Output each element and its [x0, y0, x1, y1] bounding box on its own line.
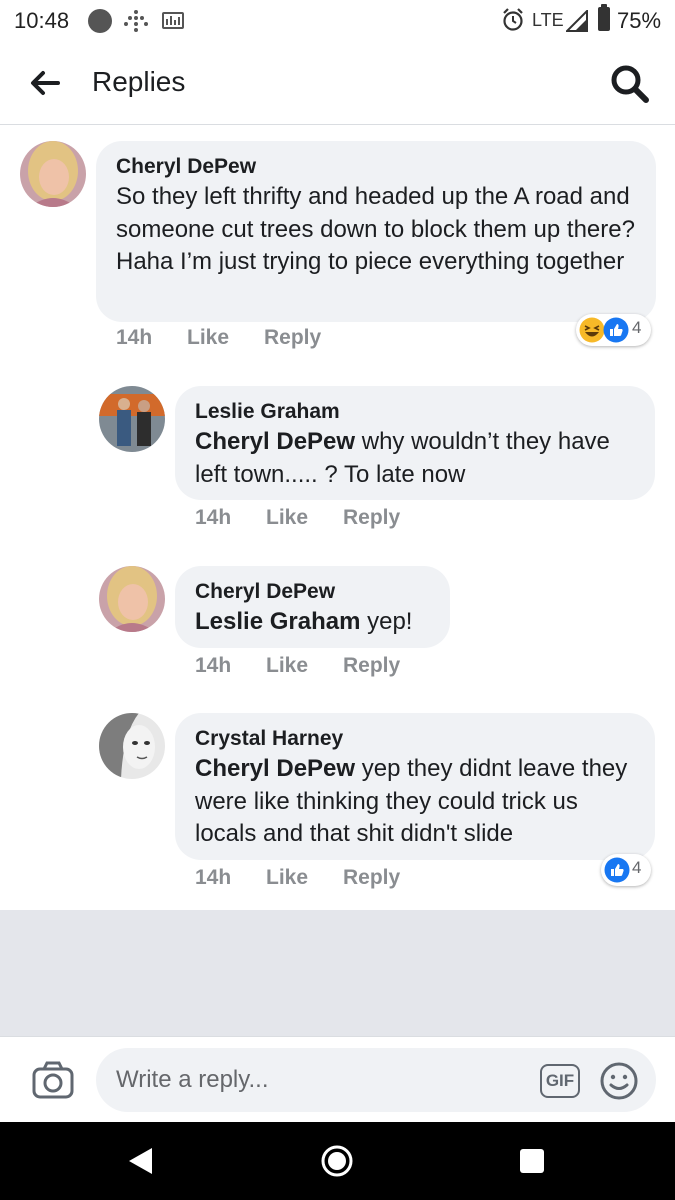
comment-text: So they left thrifty and headed up the A…	[116, 183, 635, 275]
avatar[interactable]	[20, 141, 86, 207]
avatar[interactable]	[99, 566, 165, 632]
comment-timestamp: 14h	[195, 866, 232, 889]
comment-bubble: Cheryl DePew Leslie Graham yep!	[175, 566, 450, 648]
signal-icon	[566, 10, 588, 32]
dots-grid-icon	[124, 10, 148, 32]
battery-icon	[598, 4, 610, 31]
status-time: 10:48	[14, 8, 70, 33]
notification-dot-icon	[88, 9, 112, 33]
reaction-count: 4	[632, 858, 642, 877]
haha-icon	[579, 317, 605, 343]
reaction-count: 4	[632, 318, 642, 337]
mention-link[interactable]: Cheryl DePew	[195, 755, 355, 782]
like-icon	[604, 857, 630, 883]
comment-author[interactable]: Cheryl DePew	[195, 578, 430, 606]
comment-text: Leslie Graham yep!	[195, 606, 430, 639]
mention-link[interactable]: Cheryl DePew	[195, 428, 355, 455]
like-icon	[603, 317, 629, 343]
camera-icon[interactable]	[32, 1061, 74, 1099]
status-bar: 10:48 LTE 75%	[0, 0, 675, 42]
emoji-icon[interactable]	[599, 1061, 639, 1101]
gallery-notification-icon	[162, 12, 184, 29]
reply-button[interactable]: Reply	[343, 866, 400, 890]
battery-percent: 75%	[617, 8, 662, 33]
reaction-summary[interactable]: 4	[576, 314, 651, 346]
avatar[interactable]	[99, 713, 165, 779]
comment-bubble: Crystal Harney Cheryl DePew yep they did…	[175, 713, 655, 860]
comment-author[interactable]: Crystal Harney	[195, 725, 635, 753]
comment-bubble: Cheryl DePew So they left thrifty and he…	[96, 141, 656, 322]
comment-body: yep!	[360, 608, 413, 635]
comment-timestamp: 14h	[116, 326, 153, 349]
system-navigation-bar	[0, 1122, 675, 1200]
gif-button[interactable]: GIF	[540, 1064, 580, 1098]
reaction-summary[interactable]: 4	[601, 854, 651, 886]
network-type: LTE	[532, 10, 564, 30]
comment-text: Cheryl DePew why wouldn’t they have left…	[195, 426, 635, 491]
nav-back-icon[interactable]	[126, 1146, 154, 1176]
avatar[interactable]	[99, 386, 165, 452]
nav-home-icon[interactable]	[320, 1144, 354, 1178]
comment-timestamp: 14h	[195, 506, 232, 529]
back-arrow-icon[interactable]	[28, 66, 62, 100]
like-button[interactable]: Like	[266, 866, 308, 890]
search-icon[interactable]	[608, 62, 652, 106]
like-button[interactable]: Like	[266, 506, 308, 530]
comment-author[interactable]: Leslie Graham	[195, 398, 635, 426]
reply-composer: GIF	[0, 1036, 675, 1122]
header-bar: Replies	[0, 42, 675, 125]
comment-timestamp: 14h	[195, 654, 232, 677]
alarm-icon	[503, 8, 523, 31]
empty-area	[0, 910, 675, 1036]
comment-bubble: Leslie Graham Cheryl DePew why wouldn’t …	[175, 386, 655, 500]
mention-link[interactable]: Leslie Graham	[195, 608, 360, 635]
comment-text: Cheryl DePew yep they didnt leave they w…	[195, 753, 635, 851]
page-title: Replies	[92, 66, 186, 97]
comment-author[interactable]: Cheryl DePew	[116, 153, 636, 181]
like-button[interactable]: Like	[266, 654, 308, 678]
reply-button[interactable]: Reply	[264, 326, 321, 350]
like-button[interactable]: Like	[187, 326, 229, 350]
nav-recent-apps-icon[interactable]	[520, 1149, 544, 1173]
reply-button[interactable]: Reply	[343, 506, 400, 530]
reply-button[interactable]: Reply	[343, 654, 400, 678]
